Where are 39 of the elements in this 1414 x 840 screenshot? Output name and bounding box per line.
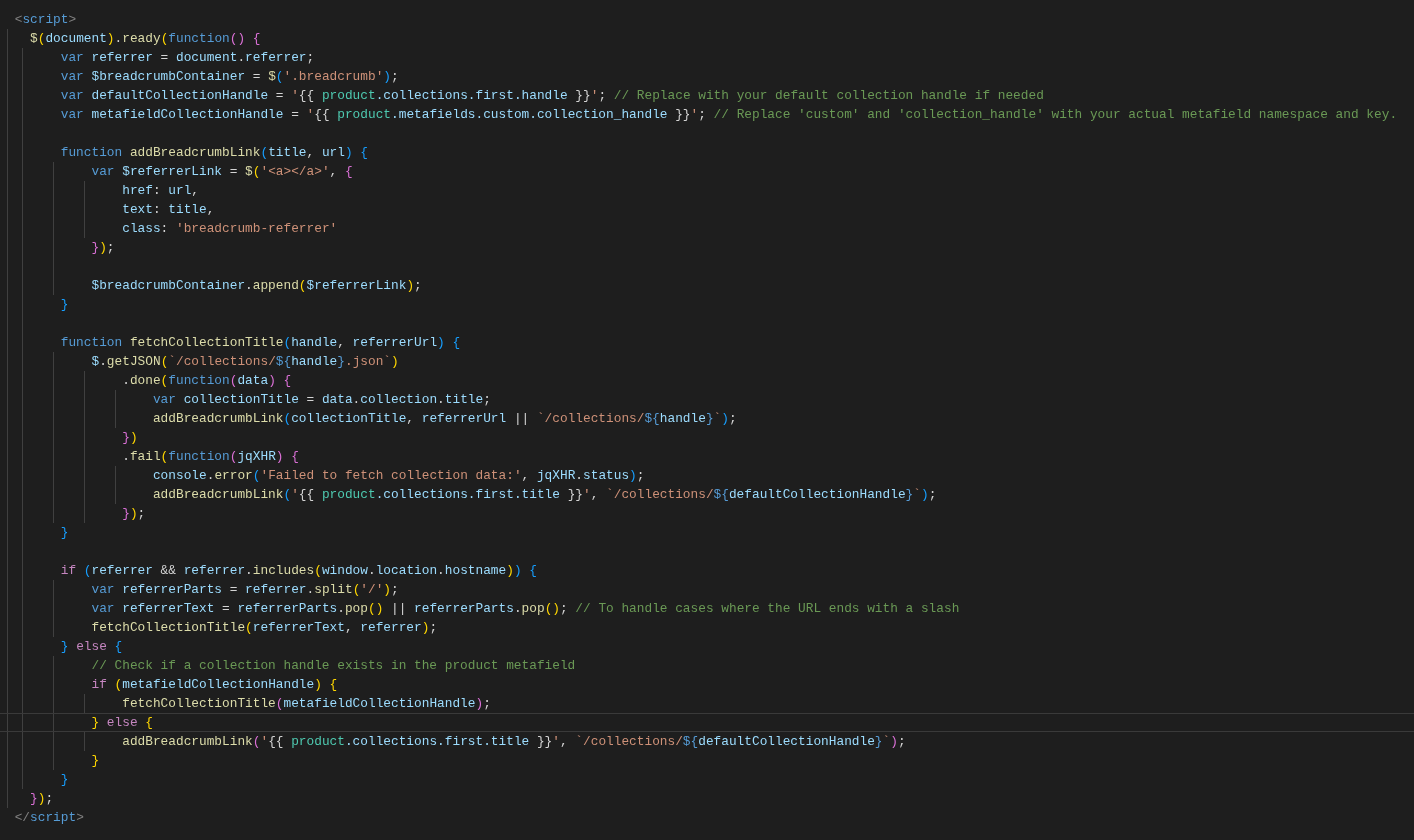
- code-line: }: [59, 297, 69, 312]
- code-line: fetchCollectionTitle(referrerText, referrer);: [90, 620, 438, 635]
- code-line: var $referrerLink = $('<a></a>', {: [90, 164, 353, 179]
- code-line: </script>: [14, 810, 84, 825]
- code-line: } else {: [59, 639, 123, 654]
- code-line: $breadcrumbContainer.append($referrerLink);: [90, 278, 422, 293]
- code-line: addBreadcrumbLink('{{ product.collections.first.title }}', `/collections/${defaultCollectionHandle}`);: [151, 487, 937, 502]
- code-line: href: url,: [121, 183, 199, 198]
- code-line: if (metafieldCollectionHandle) {: [90, 677, 338, 692]
- code-line: }: [90, 753, 100, 768]
- code-line: .done(function(data) {: [121, 373, 292, 388]
- code-line: var referrer = document.referrer;: [59, 50, 315, 65]
- code-line: class: 'breadcrumb-referrer': [121, 221, 338, 236]
- code-line: // Check if a collection handle exists in the product metafield: [90, 658, 576, 673]
- code-line: }): [121, 430, 138, 445]
- code-line: function addBreadcrumbLink(title, url) {: [59, 145, 368, 160]
- code-line: if (referrer && referrer.includes(window.location.hostname)) {: [59, 563, 537, 578]
- code-line: addBreadcrumbLink('{{ product.collections.first.title }}', `/collections/${defaultCollectionHandle}`);: [121, 734, 906, 749]
- code-line: <script>: [14, 12, 77, 27]
- code-line: });: [121, 506, 146, 521]
- code-line: }: [59, 772, 69, 787]
- code-line: console.error('Failed to fetch collection data:', jqXHR.status);: [151, 468, 645, 483]
- code-line: });: [29, 791, 54, 806]
- code-line: var referrerParts = referrer.split('/');: [90, 582, 399, 597]
- code-line: addBreadcrumbLink(collectionTitle, referrerUrl || `/collections/${handle}`);: [151, 411, 737, 426]
- code-line: .fail(function(jqXHR) {: [121, 449, 299, 464]
- code-line: } else {: [90, 715, 153, 730]
- code-line: var metafieldCollectionHandle = '{{ product.metafields.custom.collection_handle }}'; // Replace 'custom' and 'collection_handle' with your actual metafield namespace and key.: [59, 107, 1398, 122]
- code-line: }: [59, 525, 69, 540]
- code-line: var defaultCollectionHandle = '{{ product.collections.first.handle }}'; // Replace with your default collection handle if needed: [59, 88, 1044, 103]
- code-line: var collectionTitle = data.collection.title;: [151, 392, 491, 407]
- code-line: function fetchCollectionTitle(handle, referrerUrl) {: [59, 335, 461, 350]
- code-line: });: [90, 240, 115, 255]
- code-line: $(document).ready(function() {: [29, 31, 261, 46]
- code-line: $.getJSON(`/collections/${handle}.json`): [90, 354, 399, 369]
- code-line: fetchCollectionTitle(metafieldCollectionHandle);: [121, 696, 491, 711]
- code-line: text: title,: [121, 202, 215, 217]
- code-line: var referrerText = referrerParts.pop() || referrerParts.pop(); // To handle cases where the URL ends with a slash: [90, 601, 960, 616]
- code-line: var $breadcrumbContainer = $('.breadcrumb');: [59, 69, 399, 84]
